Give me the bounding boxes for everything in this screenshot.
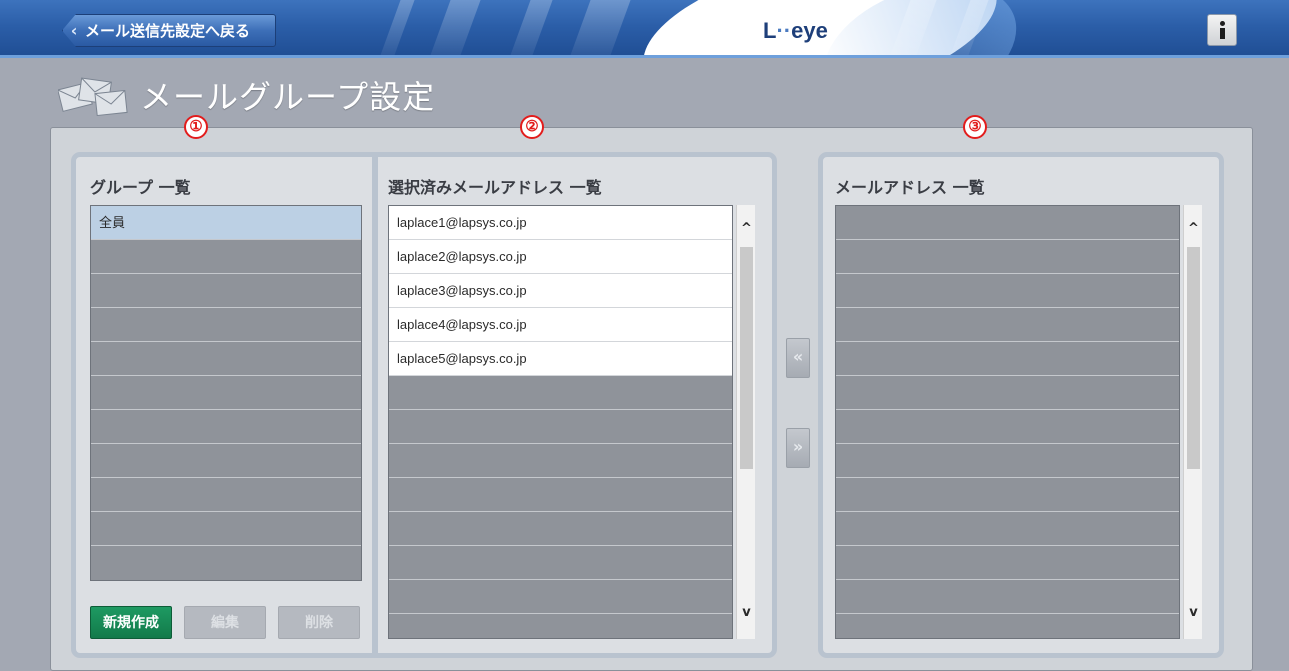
move-left-button[interactable]: «	[786, 338, 810, 378]
list-item[interactable]	[389, 512, 732, 546]
address-list-scrollbar[interactable]: ^ v	[1183, 205, 1202, 639]
header-decoration	[379, 0, 415, 58]
list-item[interactable]	[91, 410, 361, 444]
info-button[interactable]	[1207, 14, 1237, 46]
move-right-button[interactable]: »	[786, 428, 810, 468]
header-underline	[0, 55, 1289, 58]
list-item[interactable]	[91, 546, 361, 580]
list-item[interactable]	[389, 614, 732, 638]
list-item[interactable]	[91, 240, 361, 274]
list-item[interactable]	[389, 478, 732, 512]
scroll-down-icon[interactable]: v	[1184, 603, 1203, 623]
list-item[interactable]	[389, 580, 732, 614]
list-item[interactable]	[836, 206, 1179, 240]
list-item[interactable]	[836, 342, 1179, 376]
list-item[interactable]	[91, 308, 361, 342]
list-item[interactable]	[389, 546, 732, 580]
address-list[interactable]	[835, 205, 1180, 639]
list-item[interactable]	[836, 308, 1179, 342]
header-decoration	[429, 0, 481, 58]
back-button-label: メール送信先設定へ戻る	[85, 22, 251, 40]
page-title: メールグループ設定	[140, 78, 436, 116]
scrollbar-track[interactable]	[740, 247, 753, 469]
edit-group-button[interactable]: 編集	[184, 606, 266, 639]
list-item[interactable]	[389, 444, 732, 478]
list-item[interactable]	[91, 376, 361, 410]
scroll-up-icon[interactable]: ^	[737, 219, 756, 239]
group-list-title: グループ 一覧	[90, 178, 191, 197]
mail-group-icon	[58, 77, 128, 117]
list-item[interactable]	[836, 444, 1179, 478]
list-item[interactable]	[91, 342, 361, 376]
list-item[interactable]	[91, 478, 361, 512]
back-to-mail-settings-button[interactable]: ‹ メール送信先設定へ戻る	[62, 14, 276, 47]
header-decoration	[569, 0, 631, 58]
list-item[interactable]: 全員	[91, 206, 361, 240]
address-list-title: メールアドレス 一覧	[835, 178, 985, 197]
delete-group-button[interactable]: 削除	[278, 606, 360, 639]
list-item[interactable]: laplace1@lapsys.co.jp	[389, 206, 732, 240]
list-item[interactable]	[836, 512, 1179, 546]
list-item[interactable]	[91, 444, 361, 478]
list-item[interactable]: laplace2@lapsys.co.jp	[389, 240, 732, 274]
list-item[interactable]	[836, 240, 1179, 274]
list-item[interactable]	[91, 274, 361, 308]
badge-3: ③	[963, 115, 987, 139]
l-eye-logo: L··eye	[763, 18, 828, 43]
new-group-button[interactable]: 新規作成	[90, 606, 172, 639]
section-divider	[372, 157, 378, 653]
list-item[interactable]	[836, 410, 1179, 444]
badge-2: ②	[520, 115, 544, 139]
list-item[interactable]	[836, 546, 1179, 580]
list-item[interactable]: laplace4@lapsys.co.jp	[389, 308, 732, 342]
list-item[interactable]: laplace5@lapsys.co.jp	[389, 342, 732, 376]
selected-address-list[interactable]: laplace1@lapsys.co.jp laplace2@lapsys.co…	[388, 205, 733, 639]
group-list[interactable]: 全員	[90, 205, 362, 581]
list-item[interactable]	[836, 274, 1179, 308]
scroll-up-icon[interactable]: ^	[1184, 219, 1203, 239]
list-item[interactable]	[836, 580, 1179, 614]
scrollbar-track[interactable]	[1187, 247, 1200, 469]
info-icon	[1219, 21, 1225, 26]
list-item[interactable]	[836, 614, 1179, 638]
selected-list-scrollbar[interactable]: ^ v	[736, 205, 755, 639]
list-item[interactable]	[389, 376, 732, 410]
list-item[interactable]	[389, 410, 732, 444]
list-item[interactable]	[836, 478, 1179, 512]
header-decoration	[509, 0, 553, 58]
badge-1: ①	[184, 115, 208, 139]
list-item[interactable]	[836, 376, 1179, 410]
list-item[interactable]	[91, 512, 361, 546]
selected-list-title: 選択済みメールアドレス 一覧	[388, 178, 602, 197]
scroll-down-icon[interactable]: v	[737, 603, 756, 623]
list-item[interactable]: laplace3@lapsys.co.jp	[389, 274, 732, 308]
